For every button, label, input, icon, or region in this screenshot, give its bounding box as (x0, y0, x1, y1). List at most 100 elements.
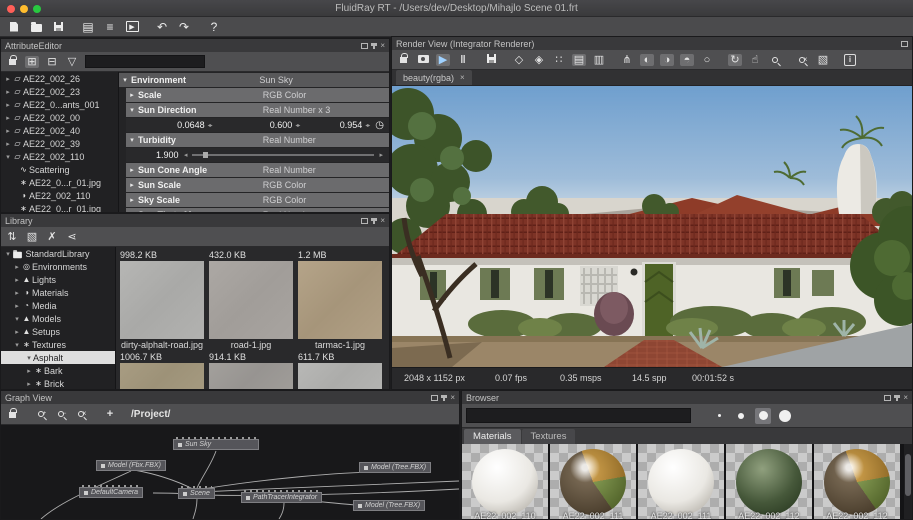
zoom-window-button[interactable] (33, 5, 41, 13)
settings-button[interactable]: ≡ (100, 18, 120, 36)
texture-thumbnail[interactable] (209, 363, 293, 390)
caret-icon[interactable]: ▸ (13, 289, 21, 297)
float-panel-icon[interactable] (431, 395, 438, 401)
thumb-size-medium-button[interactable] (755, 408, 771, 424)
zoom-icon[interactable] (768, 54, 782, 66)
pin-panel-icon[interactable] (373, 218, 375, 224)
render-cube-icon[interactable]: ◇ (512, 54, 526, 66)
node-model-fbx[interactable]: Model (Fbx.FBX) (96, 460, 166, 471)
turbidity-slider[interactable] (192, 154, 374, 156)
material-item[interactable]: AE22_002_111 (638, 444, 724, 520)
stepper-icon[interactable]: ◂▸ (208, 122, 212, 129)
tiles-icon[interactable]: ∷ (552, 54, 566, 66)
property-header[interactable]: ▾EnvironmentSun Sky (119, 73, 389, 87)
caret-icon[interactable]: ▸ (4, 140, 12, 148)
caret-icon[interactable]: ▸ (25, 367, 33, 375)
sort-icon[interactable]: ⇅ (5, 231, 19, 243)
close-panel-icon[interactable]: × (380, 217, 385, 225)
close-tab-icon[interactable]: × (460, 74, 465, 82)
caret-icon[interactable]: ▸ (25, 380, 33, 388)
thumb-size-small-button[interactable] (733, 408, 749, 424)
value-y[interactable]: 0.600 (270, 120, 293, 130)
tree-item[interactable]: ▸◔Media (1, 299, 115, 312)
lock-icon[interactable] (5, 408, 19, 421)
camera-icon[interactable] (416, 54, 430, 66)
float-panel-icon[interactable] (361, 43, 368, 49)
node-model-tree-2[interactable]: Model (Tree.FBX) (353, 500, 425, 511)
property-header[interactable]: ▸ScaleRGB Color (126, 88, 389, 102)
material-item[interactable]: AE22_002_110 (462, 444, 548, 520)
tree-item[interactable]: ▸▲Setups (1, 325, 115, 338)
caret-icon[interactable]: ▸ (13, 302, 21, 310)
material-item[interactable]: AE22_002_112 (726, 444, 812, 520)
texture-thumbnail[interactable] (209, 261, 293, 339)
value-z[interactable]: 0.954 (340, 120, 363, 130)
tree-item[interactable]: ▸▱AE22_0...ants_001 (1, 98, 118, 111)
tree-item[interactable]: ▸◎Environments (1, 260, 115, 273)
filter-icon[interactable]: ▽ (65, 56, 79, 68)
zoom-out-icon[interactable]: − (55, 408, 69, 420)
undo-button[interactable]: ↶ (152, 18, 172, 36)
lock-icon[interactable] (5, 55, 19, 68)
tree-item[interactable]: ◑AE22_002_110 (1, 189, 118, 202)
import-image-icon[interactable]: ▧ (25, 231, 39, 243)
minimize-window-button[interactable] (20, 5, 28, 13)
share-icon[interactable]: ⋖ (65, 231, 79, 243)
channel-list-icon[interactable]: ▤ (572, 54, 586, 66)
add-node-icon[interactable]: + (103, 408, 117, 420)
tree-item-selected[interactable]: ▾Asphalt (1, 351, 115, 364)
caret-icon[interactable]: ▸ (4, 75, 12, 83)
tree-item[interactable]: ▸◑Materials (1, 286, 115, 299)
library-button[interactable]: ▤ (78, 18, 98, 36)
tab-materials[interactable]: Materials (464, 429, 521, 444)
save-image-button[interactable] (484, 54, 498, 66)
pause-render-button[interactable]: ‖ (456, 54, 470, 66)
float-panel-icon[interactable] (901, 41, 908, 47)
image-fit-icon[interactable]: ▧ (816, 54, 830, 66)
tree-item[interactable]: ▾▲Models (1, 312, 115, 325)
node-path-tracer-integrator[interactable]: PathTracerIntegrator (241, 492, 322, 503)
render-button[interactable]: ▶ (122, 18, 142, 36)
lock-icon[interactable] (396, 53, 410, 66)
caret-icon[interactable]: ▸ (4, 127, 12, 135)
tree-item[interactable]: ▸▱AE22_002_26 (1, 72, 118, 85)
node-default-camera[interactable]: DefaultCamera (79, 487, 143, 498)
property-header[interactable]: ▸Sun ScaleRGB Color (126, 178, 389, 192)
slider-handle[interactable] (203, 152, 208, 158)
tree-item[interactable]: ▾∗Textures (1, 338, 115, 351)
info-icon[interactable]: i (844, 54, 856, 66)
pin-panel-icon[interactable] (443, 395, 445, 401)
caret-icon[interactable]: ▸ (13, 263, 21, 271)
node-link-icon[interactable]: ⋔ (620, 54, 634, 66)
tree-item[interactable]: ▾▱AE22_002_110 (1, 150, 118, 163)
thumb-size-tiny-button[interactable] (711, 408, 727, 424)
close-window-button[interactable] (7, 5, 15, 13)
tree-item[interactable]: ▸∗Bark (1, 364, 115, 377)
material-override-icon[interactable]: ◈ (532, 54, 546, 66)
slider-left-icon[interactable]: ▸ (184, 151, 188, 159)
slider-right-icon[interactable]: ▸ (379, 151, 383, 159)
tree-item[interactable]: ▸∗Brick (1, 377, 115, 390)
property-header[interactable]: ▾Sun DirectionReal Number x 3 (126, 103, 389, 117)
turbidity-value[interactable]: 1.900 (156, 150, 179, 160)
caret-icon[interactable]: ▾ (13, 315, 21, 323)
tab-beauty-rgba[interactable]: beauty(rgba) × (396, 70, 472, 85)
time-picker-icon[interactable]: ◷ (375, 120, 384, 131)
stepper-icon[interactable]: ◂▸ (295, 122, 299, 129)
texture-thumbnail[interactable] (120, 261, 204, 339)
render-viewport[interactable] (392, 86, 912, 367)
orbit-icon[interactable]: ↻ (728, 54, 742, 66)
track-camera-icon[interactable]: ▥ (592, 54, 606, 66)
material-item[interactable]: AE22_002_111 (550, 444, 636, 520)
tree-item[interactable]: ∗AE22_0...r_01.jpg (1, 176, 118, 189)
tree-item[interactable]: ▸▱AE22_002_40 (1, 124, 118, 137)
caret-icon[interactable]: ▸ (4, 101, 12, 109)
thumb-size-large-button[interactable] (777, 408, 793, 424)
tree-item[interactable]: ▸▱AE22_002_00 (1, 111, 118, 124)
contrast-icon[interactable]: ◑ (660, 54, 674, 66)
zoom-in-icon[interactable]: + (35, 408, 49, 420)
browser-scrollbar[interactable] (904, 444, 912, 520)
tab-textures[interactable]: Textures (522, 429, 576, 444)
help-button[interactable]: ? (204, 18, 224, 36)
play-render-button[interactable]: ▶ (436, 54, 450, 66)
